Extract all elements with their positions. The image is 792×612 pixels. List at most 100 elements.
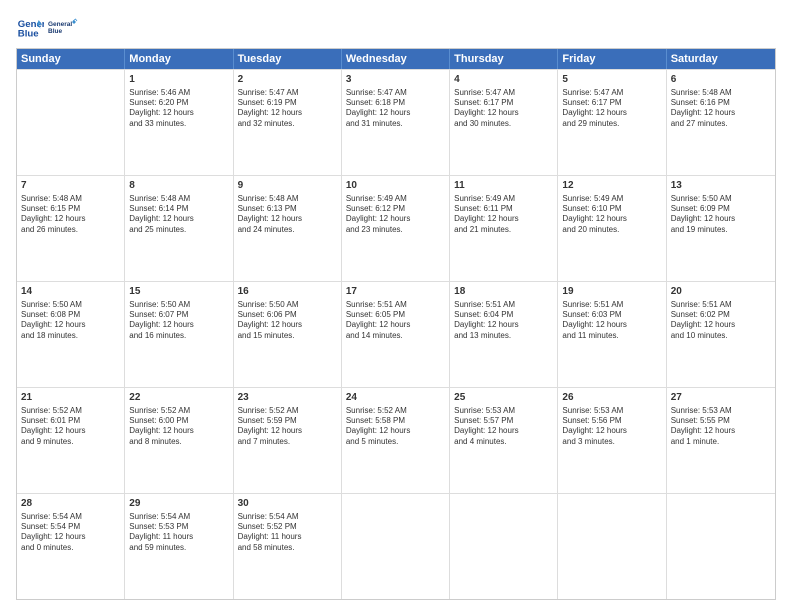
cell-text: and 8 minutes. <box>129 437 228 447</box>
cell-text: Daylight: 12 hours <box>562 108 661 118</box>
cell-text: Sunset: 6:17 PM <box>562 98 661 108</box>
calendar-day-13: 13Sunrise: 5:50 AMSunset: 6:09 PMDayligh… <box>667 176 775 281</box>
day-number: 1 <box>129 73 228 87</box>
day-number: 7 <box>21 179 120 193</box>
cell-text: Sunrise: 5:48 AM <box>238 194 337 204</box>
cell-text: Sunrise: 5:54 AM <box>238 512 337 522</box>
cell-text: Daylight: 12 hours <box>562 214 661 224</box>
cell-text: Sunset: 6:18 PM <box>346 98 445 108</box>
cell-text: and 10 minutes. <box>671 331 771 341</box>
cell-text: Daylight: 12 hours <box>671 426 771 436</box>
cell-text: Sunset: 6:19 PM <box>238 98 337 108</box>
cell-text: and 3 minutes. <box>562 437 661 447</box>
calendar-day-2: 2Sunrise: 5:47 AMSunset: 6:19 PMDaylight… <box>234 70 342 175</box>
calendar-day-21: 21Sunrise: 5:52 AMSunset: 6:01 PMDayligh… <box>17 388 125 493</box>
cell-text: Daylight: 11 hours <box>238 532 337 542</box>
day-number: 18 <box>454 285 553 299</box>
cell-text: Sunset: 6:02 PM <box>671 310 771 320</box>
calendar-day-14: 14Sunrise: 5:50 AMSunset: 6:08 PMDayligh… <box>17 282 125 387</box>
calendar-day-17: 17Sunrise: 5:51 AMSunset: 6:05 PMDayligh… <box>342 282 450 387</box>
cell-text: Daylight: 12 hours <box>562 320 661 330</box>
cell-text: Sunrise: 5:54 AM <box>129 512 228 522</box>
cell-text: Daylight: 12 hours <box>129 108 228 118</box>
svg-text:General: General <box>48 21 72 28</box>
cell-text: Sunrise: 5:50 AM <box>129 300 228 310</box>
day-number: 9 <box>238 179 337 193</box>
day-number: 10 <box>346 179 445 193</box>
cell-text: and 13 minutes. <box>454 331 553 341</box>
cell-text: Sunset: 6:08 PM <box>21 310 120 320</box>
day-number: 17 <box>346 285 445 299</box>
calendar-day-24: 24Sunrise: 5:52 AMSunset: 5:58 PMDayligh… <box>342 388 450 493</box>
cell-text: Sunrise: 5:47 AM <box>454 88 553 98</box>
logo-icon: General Blue <box>16 13 44 41</box>
cell-text: and 11 minutes. <box>562 331 661 341</box>
cell-text: Sunset: 6:20 PM <box>129 98 228 108</box>
calendar-day-22: 22Sunrise: 5:52 AMSunset: 6:00 PMDayligh… <box>125 388 233 493</box>
cell-text: Daylight: 12 hours <box>238 108 337 118</box>
cell-text: Sunrise: 5:52 AM <box>21 406 120 416</box>
day-number: 4 <box>454 73 553 87</box>
cell-text: Sunrise: 5:49 AM <box>346 194 445 204</box>
cell-text: and 7 minutes. <box>238 437 337 447</box>
calendar-row-0: 1Sunrise: 5:46 AMSunset: 6:20 PMDaylight… <box>17 69 775 175</box>
cell-text: Sunset: 6:16 PM <box>671 98 771 108</box>
cell-text: Sunrise: 5:48 AM <box>21 194 120 204</box>
day-number: 12 <box>562 179 661 193</box>
cell-text: Daylight: 12 hours <box>346 320 445 330</box>
cell-text: Daylight: 12 hours <box>238 320 337 330</box>
cell-text: Sunrise: 5:53 AM <box>454 406 553 416</box>
cell-text: Sunrise: 5:53 AM <box>562 406 661 416</box>
weekday-header-wednesday: Wednesday <box>342 49 450 69</box>
cell-text: and 4 minutes. <box>454 437 553 447</box>
cell-text: Daylight: 12 hours <box>21 214 120 224</box>
calendar-day-3: 3Sunrise: 5:47 AMSunset: 6:18 PMDaylight… <box>342 70 450 175</box>
calendar-header: SundayMondayTuesdayWednesdayThursdayFrid… <box>17 49 775 69</box>
cell-text: Daylight: 12 hours <box>346 426 445 436</box>
cell-text: Sunrise: 5:48 AM <box>129 194 228 204</box>
cell-text: Sunrise: 5:51 AM <box>346 300 445 310</box>
page-header: General Blue General Blue <box>16 12 776 42</box>
cell-text: and 20 minutes. <box>562 225 661 235</box>
day-number: 21 <box>21 391 120 405</box>
day-number: 16 <box>238 285 337 299</box>
cell-text: Sunset: 5:52 PM <box>238 522 337 532</box>
calendar-day-8: 8Sunrise: 5:48 AMSunset: 6:14 PMDaylight… <box>125 176 233 281</box>
cell-text: Sunset: 5:57 PM <box>454 416 553 426</box>
cell-text: Sunset: 6:10 PM <box>562 204 661 214</box>
cell-text: and 27 minutes. <box>671 119 771 129</box>
cell-text: Sunset: 6:00 PM <box>129 416 228 426</box>
calendar-day-7: 7Sunrise: 5:48 AMSunset: 6:15 PMDaylight… <box>17 176 125 281</box>
cell-text: Sunset: 5:55 PM <box>671 416 771 426</box>
calendar-row-4: 28Sunrise: 5:54 AMSunset: 5:54 PMDayligh… <box>17 493 775 599</box>
cell-text: and 0 minutes. <box>21 543 120 553</box>
cell-text: Sunrise: 5:50 AM <box>671 194 771 204</box>
day-number: 24 <box>346 391 445 405</box>
calendar: SundayMondayTuesdayWednesdayThursdayFrid… <box>16 48 776 600</box>
cell-text: Daylight: 12 hours <box>21 426 120 436</box>
cell-text: and 21 minutes. <box>454 225 553 235</box>
calendar-day-16: 16Sunrise: 5:50 AMSunset: 6:06 PMDayligh… <box>234 282 342 387</box>
cell-text: Sunrise: 5:50 AM <box>238 300 337 310</box>
calendar-day-15: 15Sunrise: 5:50 AMSunset: 6:07 PMDayligh… <box>125 282 233 387</box>
calendar-day-26: 26Sunrise: 5:53 AMSunset: 5:56 PMDayligh… <box>558 388 666 493</box>
calendar-day-10: 10Sunrise: 5:49 AMSunset: 6:12 PMDayligh… <box>342 176 450 281</box>
cell-text: Sunset: 6:03 PM <box>562 310 661 320</box>
cell-text: Daylight: 12 hours <box>21 320 120 330</box>
calendar-day-6: 6Sunrise: 5:48 AMSunset: 6:16 PMDaylight… <box>667 70 775 175</box>
calendar-empty-cell <box>667 494 775 599</box>
cell-text: Daylight: 12 hours <box>346 108 445 118</box>
cell-text: Daylight: 12 hours <box>562 426 661 436</box>
weekday-header-saturday: Saturday <box>667 49 775 69</box>
calendar-row-2: 14Sunrise: 5:50 AMSunset: 6:08 PMDayligh… <box>17 281 775 387</box>
logo: General Blue General Blue <box>16 12 78 42</box>
cell-text: Daylight: 12 hours <box>454 214 553 224</box>
calendar-day-30: 30Sunrise: 5:54 AMSunset: 5:52 PMDayligh… <box>234 494 342 599</box>
cell-text: Daylight: 12 hours <box>129 214 228 224</box>
day-number: 28 <box>21 497 120 511</box>
day-number: 27 <box>671 391 771 405</box>
day-number: 30 <box>238 497 337 511</box>
day-number: 11 <box>454 179 553 193</box>
cell-text: Sunrise: 5:51 AM <box>454 300 553 310</box>
cell-text: and 25 minutes. <box>129 225 228 235</box>
